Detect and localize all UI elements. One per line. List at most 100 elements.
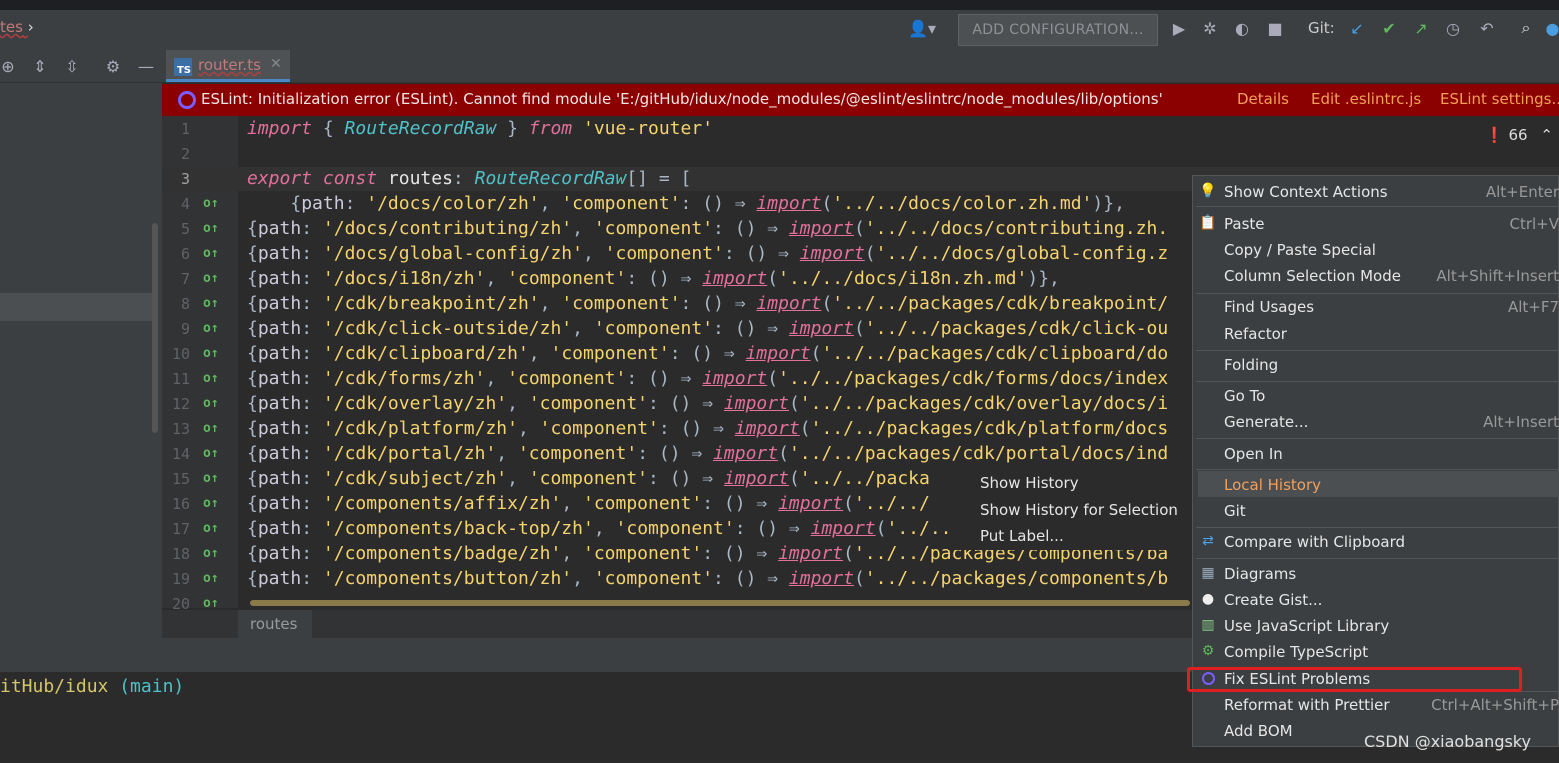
submenu-show-history[interactable]: Show History bbox=[980, 474, 1079, 492]
route-gutter-icon[interactable]: o↑ bbox=[203, 471, 219, 486]
search-icon[interactable]: ⌕ bbox=[1514, 14, 1538, 42]
code-line-route[interactable]: {path: '/cdk/breakpoint/zh', 'component'… bbox=[247, 293, 1168, 314]
menu-item-add-bom[interactable]: Add BOM bbox=[1224, 722, 1293, 740]
details-link[interactable]: Details bbox=[1237, 90, 1289, 108]
code-line-route[interactable]: {path: '/cdk/portal/zh', 'component': ()… bbox=[247, 443, 1168, 464]
code-line-route[interactable]: {path: '/docs/contributing/zh', 'compone… bbox=[247, 218, 1168, 239]
ide-update-icon[interactable]: ● bbox=[1546, 14, 1559, 42]
route-gutter-icon[interactable]: o↑ bbox=[203, 246, 219, 261]
add-configuration-button[interactable]: ADD CONFIGURATION... bbox=[958, 14, 1158, 46]
git-commit-icon[interactable]: ✔ bbox=[1378, 14, 1400, 42]
close-icon[interactable]: ✕ bbox=[270, 56, 282, 72]
menu-item-show-context-actions[interactable]: Show Context Actions bbox=[1224, 183, 1388, 201]
code-line-route[interactable]: {path: '/cdk/subject/zh', 'component': (… bbox=[247, 468, 930, 489]
git-history-icon[interactable]: ◷ bbox=[1442, 14, 1464, 42]
user-icon[interactable]: 👤▾ bbox=[905, 14, 939, 42]
code-line-route[interactable]: {path: '/components/affix/zh', 'componen… bbox=[247, 493, 930, 514]
menu-item-compile-typescript[interactable]: Compile TypeScript bbox=[1224, 643, 1368, 661]
code-line-route[interactable]: {path: '/docs/i18n/zh', 'component': () … bbox=[247, 268, 1060, 289]
git-update-icon[interactable]: ↙ bbox=[1346, 14, 1368, 42]
code-line-route[interactable]: {path: '/components/back-top/zh', 'compo… bbox=[247, 518, 962, 539]
route-gutter-icon[interactable]: o↑ bbox=[203, 221, 219, 236]
submenu-show-history-selection[interactable]: Show History for Selection bbox=[980, 501, 1178, 519]
line-number: 16 bbox=[171, 495, 190, 513]
code-line-3[interactable]: export const routes: RouteRecordRaw[] = … bbox=[247, 168, 691, 189]
menu-item-diagrams[interactable]: Diagrams bbox=[1224, 565, 1296, 583]
menu-item-create-gist[interactable]: Create Gist... bbox=[1224, 591, 1322, 609]
route-gutter-icon[interactable]: o↑ bbox=[203, 446, 219, 461]
menu-item-paste[interactable]: Paste bbox=[1224, 215, 1265, 233]
coverage-icon[interactable]: ◐ bbox=[1230, 14, 1254, 42]
colon: : bbox=[723, 243, 746, 264]
code-line-route[interactable]: {path: '/cdk/overlay/zh', 'component': (… bbox=[247, 393, 1168, 414]
menu-item-local-history[interactable]: Local History bbox=[1224, 476, 1321, 494]
code-line-route[interactable]: {path: '/docs/color/zh', 'component': ()… bbox=[247, 193, 1125, 214]
route-gutter-icon[interactable]: o↑ bbox=[203, 496, 219, 511]
menu-item-git[interactable]: Git bbox=[1224, 502, 1246, 520]
menu-item-use-javascript-library[interactable]: Use JavaScript Library bbox=[1224, 617, 1389, 635]
route-gutter-icon[interactable]: o↑ bbox=[203, 346, 219, 361]
menu-item-go-to[interactable]: Go To bbox=[1224, 387, 1265, 405]
import-call: import bbox=[702, 368, 768, 389]
line-number: 19 bbox=[171, 570, 190, 588]
expand-all-icon[interactable]: ⇕ bbox=[30, 52, 50, 80]
problems-indicator[interactable]: ❗ 66 ⌃ bbox=[1485, 126, 1553, 144]
project-panel-scrollbar[interactable] bbox=[152, 223, 158, 433]
git-push-icon[interactable]: ↗ bbox=[1410, 14, 1432, 42]
run-icon[interactable]: ▶ bbox=[1168, 14, 1190, 42]
stop-icon[interactable]: ■ bbox=[1264, 14, 1286, 42]
route-gutter-icon[interactable]: o↑ bbox=[203, 421, 219, 436]
code-line-route[interactable]: {path: '/cdk/platform/zh', 'component': … bbox=[247, 418, 1168, 439]
code-line-route[interactable]: {path: '/cdk/clipboard/zh', 'component':… bbox=[247, 343, 1168, 364]
arrow-fn: () ⇒ bbox=[734, 318, 789, 339]
title-strip bbox=[0, 0, 1559, 10]
brace: { bbox=[247, 293, 258, 314]
route-gutter-icon[interactable]: o↑ bbox=[203, 571, 219, 586]
debug-icon[interactable]: ✲ bbox=[1198, 14, 1222, 42]
project-tree-selected-row[interactable] bbox=[0, 293, 152, 321]
route-gutter-icon[interactable]: o↑ bbox=[203, 521, 219, 536]
menu-item-refactor[interactable]: Refactor bbox=[1224, 325, 1287, 343]
route-gutter-icon[interactable]: o↑ bbox=[203, 271, 219, 286]
menu-item-open-in[interactable]: Open In bbox=[1224, 445, 1283, 463]
route-gutter-icon[interactable]: o↑ bbox=[203, 596, 219, 611]
menu-item-find-usages[interactable]: Find Usages bbox=[1224, 298, 1314, 316]
route-gutter-icon[interactable]: o↑ bbox=[203, 371, 219, 386]
code-line-route[interactable]: {path: '/docs/global-config/zh', 'compon… bbox=[247, 243, 1168, 264]
route-gutter-icon[interactable]: o↑ bbox=[203, 296, 219, 311]
arrow-fn: () ⇒ bbox=[734, 568, 789, 589]
edit-eslintrc-link[interactable]: Edit .eslintrc.js bbox=[1311, 90, 1421, 108]
colon: : bbox=[637, 443, 659, 464]
import-path: '../../ bbox=[853, 493, 930, 514]
tab-label[interactable]: router.ts bbox=[198, 56, 261, 74]
minimize-icon[interactable]: — bbox=[136, 52, 156, 80]
horizontal-scrollbar[interactable] bbox=[250, 600, 1190, 606]
menu-item-generate[interactable]: Generate... bbox=[1224, 413, 1308, 431]
path-string: '/cdk/overlay/zh' bbox=[322, 393, 508, 414]
menu-item-reformat-with-prettier[interactable]: Reformat with Prettier bbox=[1224, 696, 1390, 714]
path-key: path bbox=[257, 493, 302, 514]
submenu-put-label[interactable]: Put Label... bbox=[980, 527, 1064, 545]
code-line-route[interactable]: {path: '/components/button/zh', 'compone… bbox=[247, 568, 1168, 589]
menu-item-compare-with-clipboard[interactable]: Compare with Clipboard bbox=[1224, 533, 1405, 551]
gear-icon[interactable]: ⚙ bbox=[102, 52, 124, 80]
menu-item-column-selection-mode[interactable]: Column Selection Mode bbox=[1224, 267, 1401, 285]
route-gutter-icon[interactable]: o↑ bbox=[203, 321, 219, 336]
colon: : bbox=[669, 343, 692, 364]
locate-icon[interactable]: ⊕ bbox=[0, 52, 16, 80]
code-line-1[interactable]: import { RouteRecordRaw } from 'vue-rout… bbox=[247, 118, 713, 139]
route-gutter-icon[interactable]: o↑ bbox=[203, 196, 219, 211]
menu-item-copy-paste-special[interactable]: Copy / Paste Special bbox=[1224, 241, 1376, 259]
code-line-route[interactable]: {path: '/cdk/click-outside/zh', 'compone… bbox=[247, 318, 1168, 339]
route-gutter-icon[interactable]: o↑ bbox=[203, 546, 219, 561]
eslint-icon bbox=[178, 91, 196, 109]
eslint-settings-link[interactable]: ESLint settings... bbox=[1440, 90, 1559, 108]
code-line-route[interactable]: {path: '/cdk/forms/zh', 'component': () … bbox=[247, 368, 1168, 389]
chevron-up-icon[interactable]: ⌃ bbox=[1540, 126, 1553, 144]
route-gutter-icon[interactable]: o↑ bbox=[203, 396, 219, 411]
collapse-all-icon[interactable]: ⇳ bbox=[62, 52, 82, 80]
nav-breadcrumb[interactable]: tes › bbox=[0, 18, 34, 36]
git-rollback-icon[interactable]: ↶ bbox=[1476, 14, 1498, 42]
menu-item-folding[interactable]: Folding bbox=[1224, 356, 1278, 374]
breadcrumb-routes[interactable]: routes bbox=[238, 610, 312, 638]
